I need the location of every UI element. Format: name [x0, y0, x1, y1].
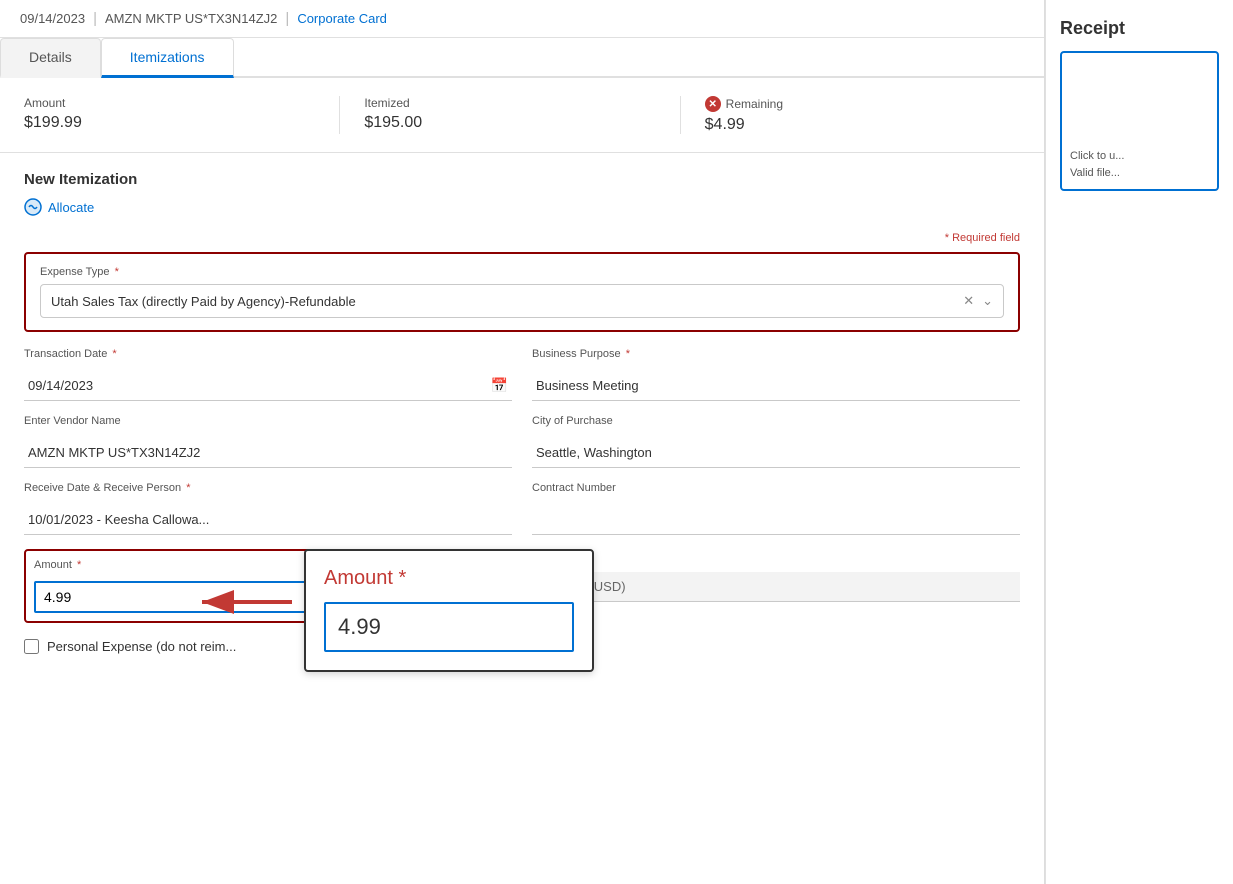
select-icons: ✕ ⌄ [963, 293, 993, 309]
contract-field: Contract Number [532, 482, 1020, 535]
breadcrumb-transaction: AMZN MKTP US*TX3N14ZJ2 [105, 11, 277, 26]
city-field: City of Purchase [532, 415, 1020, 468]
clear-icon[interactable]: ✕ [963, 293, 974, 309]
calendar-icon[interactable]: 📅 [487, 373, 512, 398]
vendor-name-label: Enter Vendor Name [24, 415, 512, 427]
city-input[interactable] [532, 438, 1020, 468]
breadcrumb-date: 09/14/2023 [20, 11, 85, 26]
summary-amount-value: $199.99 [24, 114, 319, 132]
summary-amount-label: Amount [24, 96, 319, 110]
breadcrumb-card-link[interactable]: Corporate Card [297, 11, 387, 26]
receive-date-label: Receive Date & Receive Person * [24, 482, 512, 494]
receipt-help-text: Click to u...Valid file... [1070, 148, 1124, 181]
business-purpose-label: Business Purpose * [532, 348, 1020, 360]
city-label: City of Purchase [532, 415, 1020, 427]
business-purpose-input[interactable] [532, 371, 1020, 401]
zoom-popup: Amount * [304, 549, 594, 672]
tabs-bar: Details Itemizations [0, 38, 1044, 78]
new-itemization-title: New Itemization [24, 171, 1020, 188]
chevron-down-icon[interactable]: ⌄ [982, 293, 993, 309]
breadcrumb-sep1: | [93, 10, 97, 27]
receive-date-input[interactable] [24, 505, 512, 535]
currency-label: Currency [532, 549, 1020, 561]
breadcrumb-sep2: | [285, 10, 289, 27]
arrow-annotation [182, 577, 302, 630]
remaining-label-row: ✕ Remaining [705, 96, 1000, 112]
transaction-date-input[interactable] [24, 371, 487, 400]
zoom-required-star: * [399, 567, 407, 589]
currency-field: Currency [532, 549, 1020, 623]
form-area: New Itemization Allocate * Required fiel… [0, 153, 1044, 672]
receive-date-field: Receive Date & Receive Person * [24, 482, 512, 535]
breadcrumb: 09/14/2023 | AMZN MKTP US*TX3N14ZJ2 | Co… [0, 0, 1044, 38]
transaction-date-input-wrapper[interactable]: 📅 [24, 371, 512, 401]
allocate-icon [24, 198, 42, 216]
receipt-box: Click to u...Valid file... [1060, 51, 1219, 191]
remaining-label-text: Remaining [726, 97, 783, 111]
receipt-title: Receipt [1060, 18, 1219, 39]
summary-itemized-label: Itemized [364, 96, 659, 110]
contract-input[interactable] [532, 505, 1020, 535]
summary-remaining-value: $4.99 [705, 116, 1000, 134]
personal-expense-label: Personal Expense (do not reim... [47, 639, 236, 654]
summary-amount: Amount $199.99 [24, 96, 339, 134]
required-note: * Required field [24, 232, 1020, 244]
summary-remaining: ✕ Remaining $4.99 [680, 96, 1020, 134]
expense-type-label: Expense Type * [40, 266, 1004, 278]
zoom-amount-input[interactable] [324, 602, 574, 652]
amount-field-wrapper: Amount * [24, 549, 512, 623]
remaining-error-icon: ✕ [705, 96, 721, 112]
contract-label: Contract Number [532, 482, 1020, 494]
personal-expense-checkbox[interactable] [24, 639, 39, 654]
summary-itemized-value: $195.00 [364, 114, 659, 132]
tab-details[interactable]: Details [0, 38, 101, 78]
zoom-popup-label: Amount * [324, 567, 574, 590]
summary-itemized: Itemized $195.00 [339, 96, 679, 134]
expense-type-section: Expense Type * Utah Sales Tax (directly … [24, 252, 1020, 332]
transaction-date-label: Transaction Date * [24, 348, 512, 360]
currency-input [532, 572, 1020, 602]
tab-itemizations[interactable]: Itemizations [101, 38, 234, 78]
form-grid: Transaction Date * 📅 Business Purpose * [24, 348, 1020, 623]
transaction-date-field: Transaction Date * 📅 [24, 348, 512, 401]
summary-row: Amount $199.99 Itemized $195.00 ✕ Remain… [0, 78, 1044, 153]
business-purpose-field: Business Purpose * [532, 348, 1020, 401]
receipt-panel: Receipt Click to u...Valid file... [1045, 0, 1233, 884]
allocate-link[interactable]: Allocate [24, 198, 1020, 216]
vendor-name-field: Enter Vendor Name [24, 415, 512, 468]
expense-type-select[interactable]: Utah Sales Tax (directly Paid by Agency)… [40, 284, 1004, 318]
vendor-name-input[interactable] [24, 438, 512, 468]
expense-type-value: Utah Sales Tax (directly Paid by Agency)… [51, 294, 963, 309]
allocate-label: Allocate [48, 200, 94, 215]
